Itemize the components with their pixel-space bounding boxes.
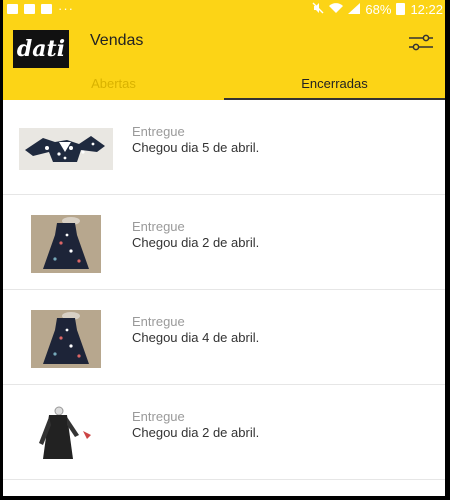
signal-icon: [348, 2, 361, 17]
battery-icon: [396, 3, 406, 15]
product-thumbnail: [19, 128, 113, 170]
mute-icon: [312, 2, 324, 17]
filter-button[interactable]: [407, 32, 435, 54]
product-thumbnail: [33, 403, 99, 467]
orders-list: Entregue Chegou dia 5 de abril. Entregue…: [3, 100, 445, 480]
delivery-date: Chegou dia 2 de abril.: [132, 235, 260, 250]
list-item[interactable]: Entregue Chegou dia 2 de abril.: [3, 385, 445, 480]
message-icon: [41, 4, 52, 14]
tab-bar: Abertas Encerradas: [3, 66, 445, 100]
delivery-date: Chegou dia 2 de abril.: [132, 425, 260, 440]
list-item[interactable]: Entregue Chegou dia 4 de abril.: [3, 290, 445, 385]
page-title: Vendas: [90, 32, 144, 49]
battery-percent: 68%: [365, 1, 392, 17]
gallery-icon: [24, 4, 35, 14]
logo-text: dati: [16, 36, 66, 62]
sliders-icon: [409, 34, 433, 51]
product-thumbnail: [31, 215, 101, 273]
more-notifications-icon: ···: [58, 1, 74, 16]
delivery-date: Chegou dia 4 de abril.: [132, 330, 260, 345]
product-thumbnail: [31, 310, 101, 368]
tab-encerradas[interactable]: Encerradas: [224, 66, 445, 100]
list-item[interactable]: Entregue Chegou dia 2 de abril.: [3, 195, 445, 290]
status-bar: ··· 68% 12:22: [3, 0, 445, 18]
facebook-icon: [7, 4, 18, 14]
system-icons: 68% 12:22: [312, 2, 443, 17]
clock: 12:22: [410, 1, 443, 17]
tab-abertas[interactable]: Abertas: [3, 66, 224, 100]
dati-logo[interactable]: dati: [13, 30, 69, 68]
order-status: Entregue: [132, 124, 185, 139]
wifi-icon: [329, 2, 344, 17]
order-status: Entregue: [132, 219, 185, 234]
order-status: Entregue: [132, 314, 185, 329]
order-status: Entregue: [132, 409, 185, 424]
app-bar: dati Vendas: [3, 18, 445, 68]
list-item[interactable]: Entregue Chegou dia 5 de abril.: [3, 100, 445, 195]
app-screen: ··· 68% 12:22 dati Vendas Abertas Encerr…: [3, 0, 445, 496]
notification-icons: ···: [7, 1, 74, 16]
delivery-date: Chegou dia 5 de abril.: [132, 140, 260, 155]
